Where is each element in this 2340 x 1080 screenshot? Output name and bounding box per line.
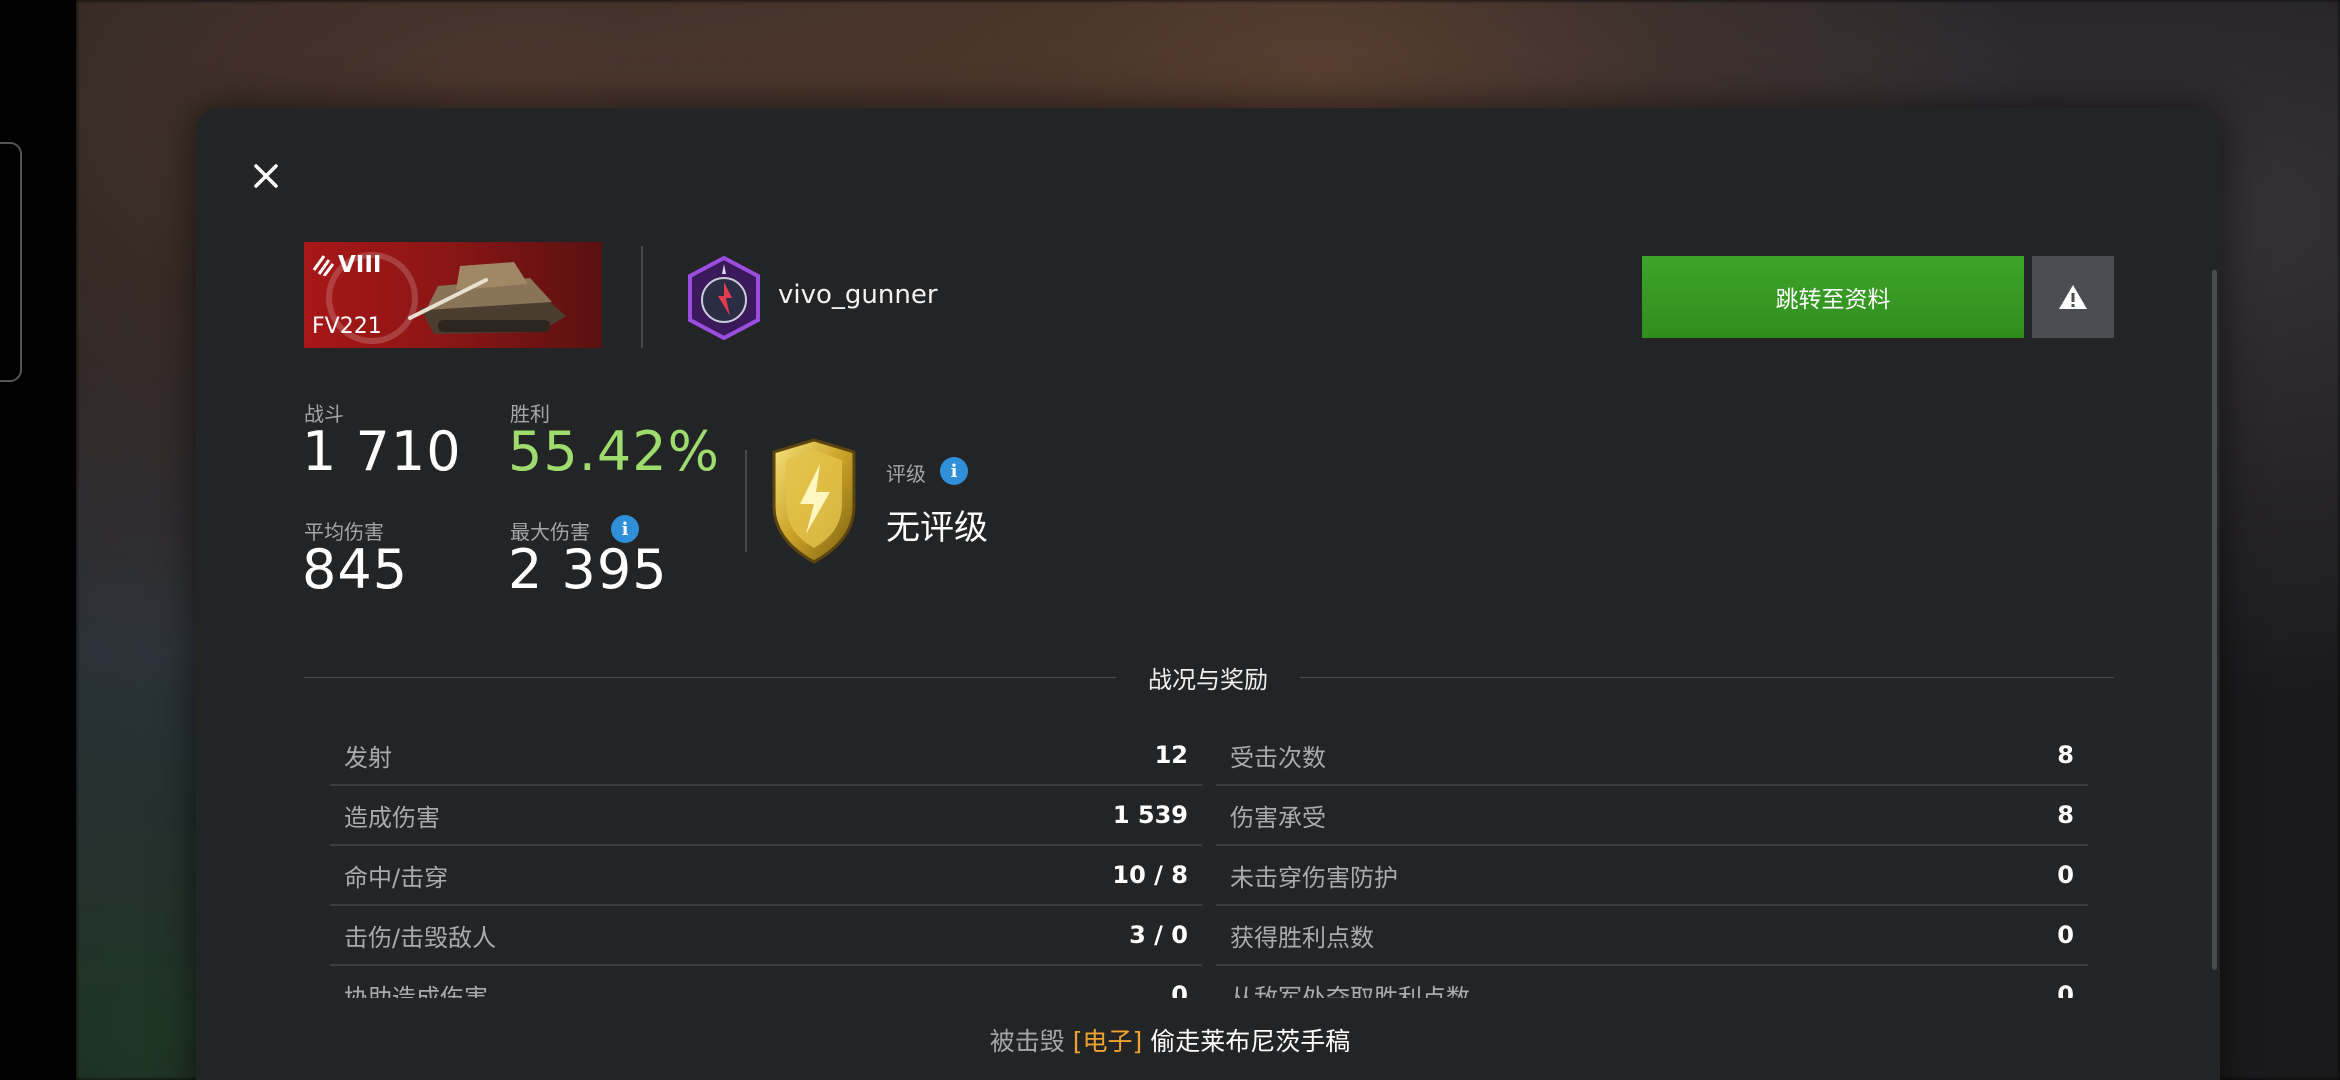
table-row: 造成伤害 1 539	[330, 786, 1202, 846]
table-row: 受击次数 8	[1216, 726, 2088, 786]
warning-icon	[2059, 285, 2087, 309]
row-value: 0	[1171, 981, 1188, 998]
table-row: 命中/击穿 10 / 8	[330, 846, 1202, 906]
row-label: 击伤/击毁敌人	[344, 923, 497, 952]
avg-damage-value: 845	[302, 538, 409, 601]
report-button[interactable]	[2032, 256, 2114, 338]
row-value: 0	[2057, 981, 2074, 998]
divider	[745, 450, 747, 552]
row-label: 受击次数	[1230, 743, 1326, 772]
table-row: 击伤/击毁敌人 3 / 0	[330, 906, 1202, 966]
rating-info-icon[interactable]: i	[940, 457, 968, 485]
tank-card[interactable]: VIII FV221	[304, 242, 602, 348]
table-row: 未击穿伤害防护 0	[1216, 846, 2088, 906]
row-label: 造成伤害	[344, 803, 440, 832]
destroyed-by-line: 被击毁 [电子] 偷走莱布尼茨手稿	[0, 1022, 2340, 1058]
row-label: 协助造成伤害	[344, 983, 488, 999]
wins-value: 55.42%	[508, 420, 720, 483]
row-value: 10 / 8	[1112, 861, 1188, 889]
stats-column-left: 发射 12 造成伤害 1 539 命中/击穿 10 / 8 击伤/击毁敌人 3 …	[330, 726, 1202, 998]
row-label: 从敌军处夺取胜利点数	[1230, 983, 1470, 999]
left-black-bar	[0, 0, 76, 1080]
max-damage-value: 2 395	[508, 538, 668, 601]
row-label: 伤害承受	[1230, 803, 1326, 832]
destroyed-by-label: 被击毁	[989, 1027, 1065, 1056]
table-row: 获得胜利点数 0	[1216, 906, 2088, 966]
player-name[interactable]: vivo_gunner	[778, 280, 938, 310]
rating-label: 评级	[886, 462, 926, 486]
close-button[interactable]	[246, 156, 286, 196]
row-value: 8	[2057, 801, 2074, 829]
player-badge-icon	[688, 256, 760, 340]
go-to-profile-button[interactable]: 跳转至资料	[1642, 256, 2024, 338]
row-label: 发射	[344, 743, 392, 772]
section-title: 战况与奖励	[1148, 666, 1268, 694]
scrollbar[interactable]	[2212, 270, 2217, 970]
row-value: 3 / 0	[1129, 921, 1188, 949]
row-label: 获得胜利点数	[1230, 923, 1374, 952]
battle-stats-table[interactable]: 发射 12 造成伤害 1 539 命中/击穿 10 / 8 击伤/击毁敌人 3 …	[330, 726, 2090, 998]
battles-value: 1 710	[302, 420, 462, 483]
row-value: 1 539	[1112, 801, 1188, 829]
close-icon	[254, 164, 278, 188]
row-value: 0	[2057, 921, 2074, 949]
tier-chevron-icon	[312, 255, 334, 276]
rating-shield-icon	[772, 438, 856, 564]
row-value: 0	[2057, 861, 2074, 889]
row-value: 8	[2057, 741, 2074, 769]
section-divider	[304, 677, 1116, 678]
row-label: 命中/击穿	[344, 863, 449, 892]
killer-clan-tag: [电子]	[1072, 1027, 1143, 1056]
rating-value: 无评级	[886, 508, 988, 548]
row-label: 未击穿伤害防护	[1230, 863, 1398, 892]
tank-tier: VIII	[338, 252, 382, 278]
table-row: 从敌军处夺取胜利点数 0	[1216, 966, 2088, 998]
side-handle[interactable]	[0, 142, 22, 382]
screen: VIII FV221 vivo_gunner 跳转至资料 战斗 1 710 胜利…	[0, 0, 2340, 1080]
tank-image	[408, 262, 566, 334]
stats-column-right: 受击次数 8 伤害承受 8 未击穿伤害防护 0 获得胜利点数 0 从敌军处夺取胜…	[1216, 726, 2088, 998]
tank-name: FV221	[312, 314, 382, 339]
killer-name[interactable]: 偷走莱布尼茨手稿	[1150, 1027, 1350, 1056]
divider	[641, 246, 643, 348]
row-value: 12	[1154, 741, 1188, 769]
section-divider	[1300, 677, 2114, 678]
table-row: 伤害承受 8	[1216, 786, 2088, 846]
table-row: 发射 12	[330, 726, 1202, 786]
table-row: 协助造成伤害 0	[330, 966, 1202, 998]
